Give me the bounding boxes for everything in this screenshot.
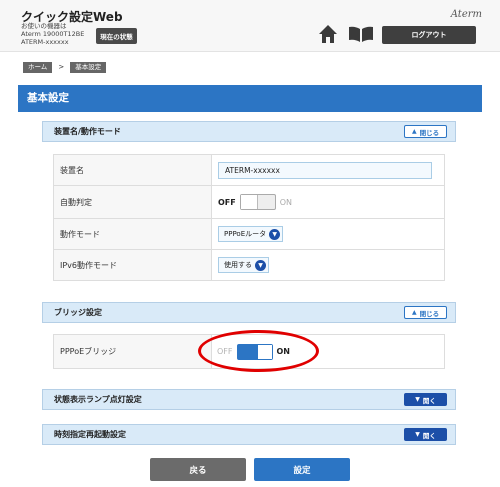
table-row: 自動判定 OFF ON xyxy=(53,185,445,219)
close-button-label: 閉じる xyxy=(419,128,440,137)
pppoe-bridge-label: PPPoEブリッジ xyxy=(53,334,212,369)
table-row: 装置名 ATERM-xxxxxx xyxy=(53,154,445,186)
section-reboot: 時刻指定再起動設定 ▼ 開く xyxy=(42,424,456,445)
table-row: 動作モード PPPoEルータ ▼ xyxy=(53,218,445,250)
section-bridge-close-button[interactable]: ▲ 閉じる xyxy=(404,306,447,319)
apply-button[interactable]: 設定 xyxy=(254,458,350,481)
toggle-off-label: OFF xyxy=(218,197,236,207)
operation-mode-label: 動作モード xyxy=(53,218,212,250)
ipv6-mode-label: IPv6動作モード xyxy=(53,249,212,281)
close-button-label: 閉じる xyxy=(419,309,440,318)
section-lamp-title: 状態表示ランプ点灯設定 xyxy=(54,395,142,404)
chevron-up-icon: ▲ xyxy=(411,128,417,135)
breadcrumb-home[interactable]: ホーム xyxy=(23,61,53,73)
logout-button[interactable]: ログアウト xyxy=(382,26,476,44)
chevron-down-icon: ▼ xyxy=(269,228,281,240)
device-name-input[interactable]: ATERM-xxxxxx xyxy=(218,161,432,179)
ipv6-mode-select[interactable]: 使用する ▼ xyxy=(218,257,269,273)
breadcrumb-current: 基本設定 xyxy=(70,61,107,73)
section-reboot-title: 時刻指定再起動設定 xyxy=(54,430,126,439)
device-label: お使いの機器は xyxy=(21,22,67,30)
table-row: IPv6動作モード 使用する ▼ xyxy=(53,249,445,281)
open-button-label: 開く xyxy=(422,396,436,405)
section-bridge: ブリッジ設定 ▲ 閉じる xyxy=(42,302,456,323)
section-bridge-title: ブリッジ設定 xyxy=(54,308,102,317)
chevron-down-icon: ▼ xyxy=(415,396,420,403)
highlight-circle-annotation xyxy=(198,330,319,372)
page-title: 基本設定 xyxy=(18,85,482,112)
section-device-mode-close-button[interactable]: ▲ 閉じる xyxy=(404,125,447,138)
section-device-mode-title: 装置名/動作モード xyxy=(54,127,121,136)
breadcrumb: ホーム > 基本設定 xyxy=(23,61,107,73)
toggle-knob xyxy=(240,195,258,209)
current-status-button[interactable]: 現在の状態 xyxy=(96,28,137,44)
manual-book-icon[interactable] xyxy=(348,26,374,43)
device-name-label: 装置名 xyxy=(53,154,212,186)
open-button-label: 開く xyxy=(422,431,436,440)
section-lamp: 状態表示ランプ点灯設定 ▼ 開く xyxy=(42,389,456,410)
section-lamp-open-button[interactable]: ▼ 開く xyxy=(404,393,447,406)
back-button[interactable]: 戻る xyxy=(150,458,246,481)
toggle-on-label: ON xyxy=(279,197,293,207)
auto-detect-label: 自動判定 xyxy=(53,185,212,219)
toggle-switch[interactable] xyxy=(239,194,276,210)
chevron-down-icon: ▼ xyxy=(415,431,420,438)
home-icon[interactable] xyxy=(318,24,338,44)
operation-mode-value: PPPoEルータ xyxy=(224,230,267,238)
device-info: お使いの機器は Aterm 19000T12BE ATERM-xxxxxx xyxy=(21,22,84,46)
breadcrumb-separator: > xyxy=(58,63,65,71)
operation-mode-select[interactable]: PPPoEルータ ▼ xyxy=(218,226,284,242)
brand-logo: Aterm xyxy=(450,9,482,20)
chevron-up-icon: ▲ xyxy=(411,309,417,316)
device-model: Aterm 19000T12BE xyxy=(21,30,85,38)
app-header: クイック設定Web お使いの機器は Aterm 19000T12BE ATERM… xyxy=(0,0,500,52)
device-name: ATERM-xxxxxx xyxy=(21,38,69,46)
auto-detect-toggle[interactable]: OFF ON xyxy=(218,194,444,210)
chevron-down-icon: ▼ xyxy=(255,259,266,271)
device-mode-table: 装置名 ATERM-xxxxxx 自動判定 OFF ON 動作モード PPPoE… xyxy=(53,154,445,281)
ipv6-mode-value: 使用する xyxy=(224,261,252,269)
section-reboot-open-button[interactable]: ▼ 開く xyxy=(404,428,447,441)
section-device-mode: 装置名/動作モード ▲ 閉じる xyxy=(42,121,456,142)
